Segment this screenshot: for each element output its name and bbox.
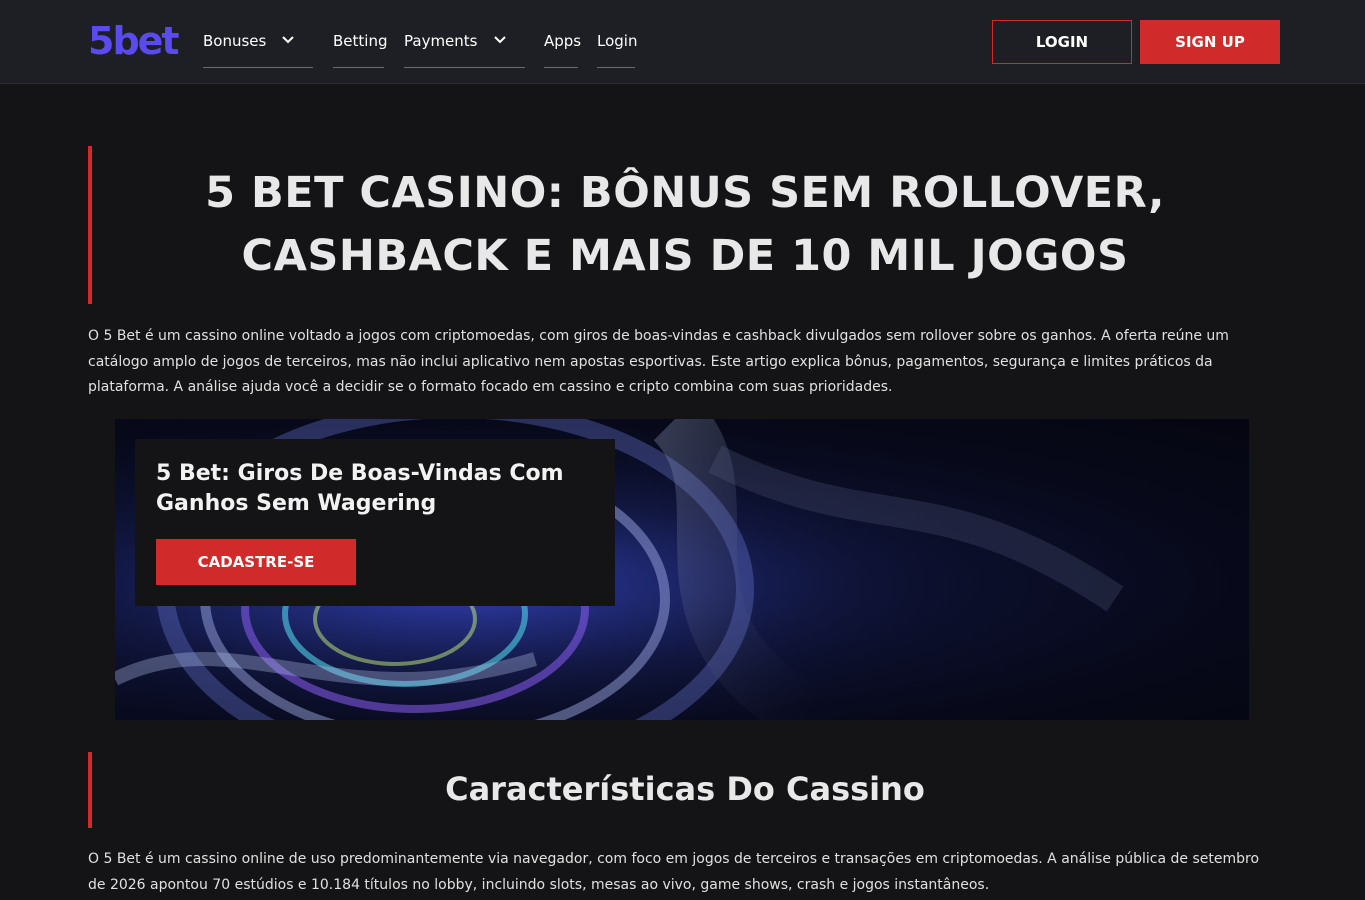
section-paragraph: O 5 Bet é um cassino online de uso predo… xyxy=(88,851,1260,893)
site-header: 5bet Bonuses Betting Payments Apps Login… xyxy=(0,0,1365,84)
intro-paragraph: O 5 Bet é um cassino online voltado a jo… xyxy=(88,328,1229,395)
cadastre-button[interactable]: CADASTRE-SE xyxy=(156,539,356,585)
title-accent-bar xyxy=(88,146,92,304)
nav-apps-label: Apps xyxy=(544,32,582,50)
section-title: Características Do Cassino xyxy=(445,770,925,808)
nav-payments-label: Payments xyxy=(404,32,478,50)
promo-title: 5 Bet: Giros De Boas-Vindas Com Ganhos S… xyxy=(156,461,564,516)
nav-login-label: Login xyxy=(597,32,638,50)
nav-apps[interactable]: Apps xyxy=(544,28,582,68)
login-button[interactable]: LOGIN xyxy=(992,20,1132,64)
nav-payments[interactable]: Payments xyxy=(404,28,525,68)
nav-betting-label: Betting xyxy=(333,32,388,50)
nav-betting[interactable]: Betting xyxy=(333,28,388,68)
nav-login[interactable]: Login xyxy=(597,28,638,68)
chevron-down-icon xyxy=(494,36,506,44)
site-logo[interactable]: 5bet xyxy=(88,20,180,62)
section-accent-bar xyxy=(88,752,92,828)
signup-button[interactable]: SIGN UP xyxy=(1140,20,1280,64)
chevron-down-icon xyxy=(282,36,294,44)
page-title: 5 BET CASINO: BÔNUS SEM ROLLOVER, CASHBA… xyxy=(205,168,1165,281)
nav-bonuses-label: Bonuses xyxy=(203,32,267,50)
nav-bonuses[interactable]: Bonuses xyxy=(203,28,313,68)
